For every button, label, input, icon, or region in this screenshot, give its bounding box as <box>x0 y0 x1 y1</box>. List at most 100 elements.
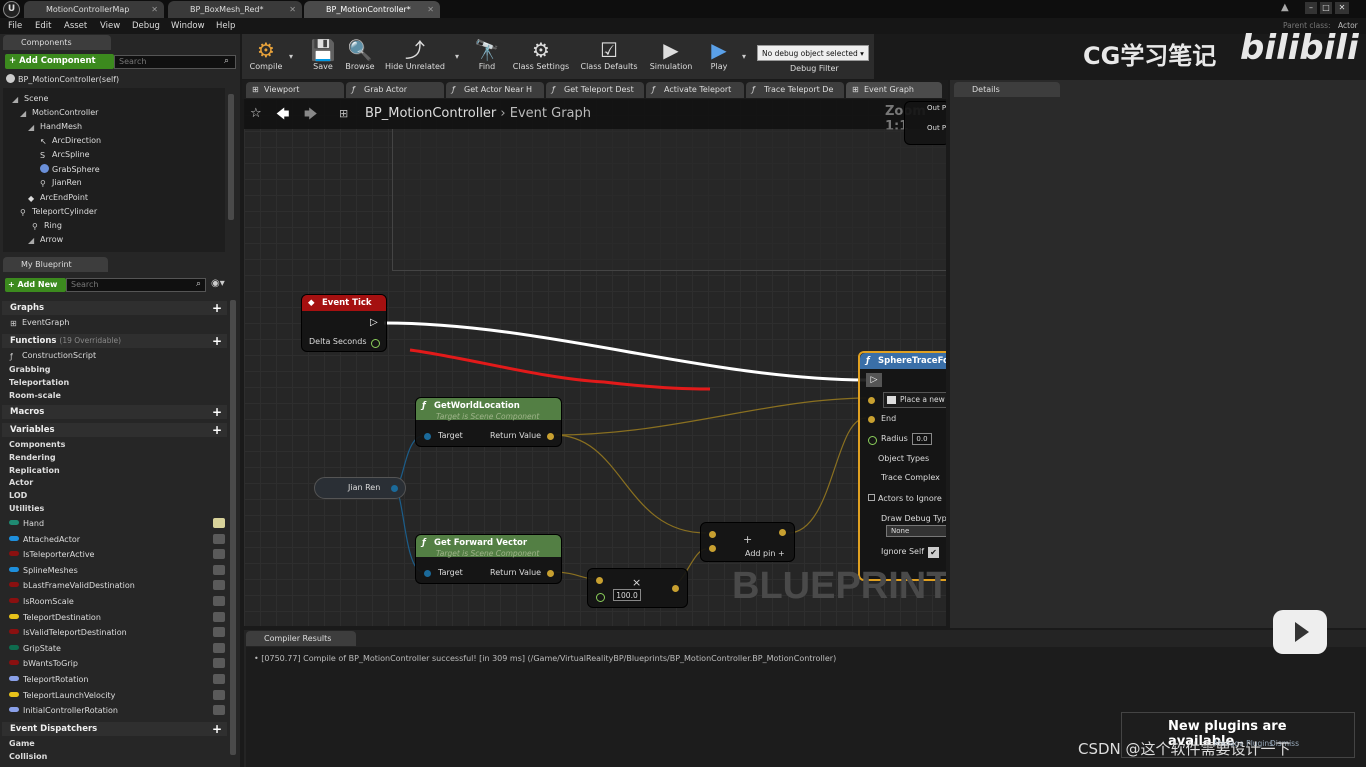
get-forward-vector-node[interactable]: ƒ Get Forward Vector Target is Scene Comp… <box>415 534 562 584</box>
tree-item-motioncontroller[interactable]: ◢ MotionController <box>20 108 98 118</box>
variable-item[interactable]: bLastFrameValidDestination <box>9 578 225 593</box>
graph-tab[interactable]: ƒ Get Actor Near H <box>446 82 544 98</box>
save-button[interactable]: 💾 Save <box>306 36 340 78</box>
target-pin[interactable] <box>424 570 431 577</box>
menu-edit[interactable]: Edit <box>35 18 51 34</box>
graph-editor[interactable]: ☆ 🡄 🡆 ⊞ BP_MotionController › Event Grap… <box>244 99 946 626</box>
variable-item[interactable]: TeleportDestination <box>9 610 225 625</box>
exec-out-pin[interactable]: ▷ <box>370 317 378 328</box>
get-world-location-node[interactable]: ƒ GetWorldLocation Target is Scene Compon… <box>415 397 562 447</box>
add-new-button[interactable]: + Add New <box>5 278 66 292</box>
category-game[interactable]: Game <box>9 739 35 748</box>
category-components[interactable]: Components <box>9 440 65 449</box>
visibility-eye-icon[interactable] <box>213 549 225 560</box>
self-row[interactable]: BP_MotionController(self) <box>6 74 119 84</box>
category-actor[interactable]: Actor <box>9 478 33 487</box>
exec-in-pin[interactable]: ▷ <box>866 373 882 387</box>
multiply-node[interactable]: × 100.0 <box>587 568 688 608</box>
view-options-icon[interactable]: ◉▾ <box>211 278 231 291</box>
play-button[interactable]: ▶ Play <box>702 36 736 78</box>
radius-value-input[interactable]: 0.0 <box>912 433 932 445</box>
unreal-logo-icon[interactable]: U <box>3 1 20 18</box>
exec-wire[interactable] <box>383 321 867 382</box>
category-collision[interactable]: Collision <box>9 752 47 761</box>
target-pin[interactable] <box>424 433 431 440</box>
variable-item[interactable]: Hand <box>9 516 225 531</box>
visibility-eye-icon[interactable] <box>213 658 225 669</box>
event-tick-node[interactable]: ◆ Event Tick ▷ Delta Seconds <box>301 294 387 352</box>
functions-header[interactable]: Functions (19 Overridable) + <box>2 334 227 348</box>
end-pin[interactable] <box>868 416 875 423</box>
add-pin-button[interactable]: Add pin + <box>745 549 785 558</box>
components-scrollbar[interactable] <box>228 94 234 220</box>
variable-item[interactable]: TeleportLaunchVelocity <box>9 688 225 703</box>
visibility-eye-icon[interactable] <box>213 642 225 653</box>
tree-item-arcdirection[interactable]: ↖ ArcDirection <box>40 136 101 146</box>
find-button[interactable]: 🔭 Find <box>472 36 502 78</box>
sphere-trace-node[interactable]: ƒ SphereTraceFor ▷ End Radius 0.0 Object … <box>858 351 946 581</box>
class-defaults-button[interactable]: ☑ Class Defaults <box>578 36 640 78</box>
variable-item[interactable]: IsTeleporterActive <box>9 547 225 562</box>
variable-item[interactable]: InitialControllerRotation <box>9 703 225 718</box>
simulation-button[interactable]: ▶ Simulation <box>648 36 694 78</box>
minimize-button[interactable]: – <box>1305 2 1317 14</box>
maximize-button[interactable]: □ <box>1320 2 1332 14</box>
menu-window[interactable]: Window <box>171 18 205 34</box>
vector-wire-end[interactable] <box>787 417 867 534</box>
add-a-pin[interactable] <box>709 531 716 538</box>
variable-item[interactable]: IsRoomScale <box>9 594 225 609</box>
add-b-pin[interactable] <box>709 545 716 552</box>
add-component-button[interactable]: + Add Component <box>5 54 114 69</box>
visibility-eye-icon[interactable] <box>213 518 225 528</box>
components-search-input[interactable]: Search <box>114 55 236 69</box>
category-rendering[interactable]: Rendering <box>9 453 56 462</box>
add-macro-icon[interactable]: + <box>212 405 222 419</box>
actors-to-ignore-pin[interactable] <box>868 494 875 501</box>
category-teleportation[interactable]: Teleportation <box>9 378 69 387</box>
category-lod[interactable]: LOD <box>9 491 27 500</box>
components-tab[interactable]: Components <box>3 35 111 50</box>
object-pin[interactable] <box>391 485 398 492</box>
draw-debug-type-select[interactable]: None <box>886 525 946 537</box>
close-icon[interactable]: ✕ <box>289 1 296 18</box>
macros-header[interactable]: Macros + <box>2 405 227 419</box>
graph-tab[interactable]: ƒ Trace Teleport De <box>746 82 844 98</box>
return-value-pin[interactable] <box>547 570 554 577</box>
category-replication[interactable]: Replication <box>9 466 60 475</box>
my-blueprint-tab[interactable]: My Blueprint <box>3 257 108 272</box>
browse-button[interactable]: 🔍 Browse <box>342 36 378 78</box>
visibility-eye-icon[interactable] <box>213 674 225 684</box>
graph-tab[interactable]: ⊞ Viewport <box>246 82 344 98</box>
document-tab-motioncontroller[interactable]: BP_MotionController* ✕ <box>304 1 440 18</box>
document-tab-map[interactable]: MotionControllerMap ✕ <box>24 1 164 18</box>
graphs-header[interactable]: Graphs + <box>2 301 227 315</box>
add-out-pin[interactable] <box>779 529 786 536</box>
bilibili-tv-icon[interactable] <box>1273 610 1327 654</box>
category-grabbing[interactable]: Grabbing <box>9 365 51 374</box>
add-variable-icon[interactable]: + <box>212 423 222 437</box>
visibility-eye-icon[interactable] <box>213 689 225 700</box>
vector-wire-start[interactable] <box>553 397 867 436</box>
menu-view[interactable]: View <box>100 18 120 34</box>
jian-ren-variable-node[interactable]: Jian Ren <box>314 477 406 499</box>
visibility-eye-icon[interactable] <box>213 564 225 575</box>
visibility-eye-icon[interactable] <box>213 596 225 606</box>
graph-tab[interactable]: ƒ Activate Teleport <box>646 82 744 98</box>
graph-item-eventgraph[interactable]: ⊞ EventGraph <box>10 318 69 328</box>
play-options-icon[interactable]: ▾ <box>742 52 746 61</box>
blueprint-search-input[interactable]: Search <box>66 278 206 292</box>
menu-asset[interactable]: Asset <box>64 18 87 34</box>
close-window-button[interactable]: ✕ <box>1335 2 1349 14</box>
tree-item-jianren[interactable]: ⚲ JianRen <box>40 178 82 188</box>
tree-item-handmesh[interactable]: ◢ HandMesh <box>28 122 82 132</box>
variable-item[interactable]: AttachedActor <box>9 532 225 547</box>
visibility-eye-icon[interactable] <box>213 627 225 638</box>
graph-tab[interactable]: ƒ Grab Actor <box>346 82 444 98</box>
class-settings-button[interactable]: ⚙ Class Settings <box>512 36 570 78</box>
graph-tab[interactable]: ƒ Get Teleport Dest <box>546 82 644 98</box>
tree-item-scene[interactable]: ◢ Scene <box>12 94 48 104</box>
ignore-self-checkbox[interactable]: ✔ <box>928 547 939 558</box>
visibility-eye-icon[interactable] <box>213 580 225 591</box>
visibility-eye-icon[interactable] <box>213 611 225 622</box>
tree-item-arrow[interactable]: ◢ Arrow <box>28 235 63 245</box>
